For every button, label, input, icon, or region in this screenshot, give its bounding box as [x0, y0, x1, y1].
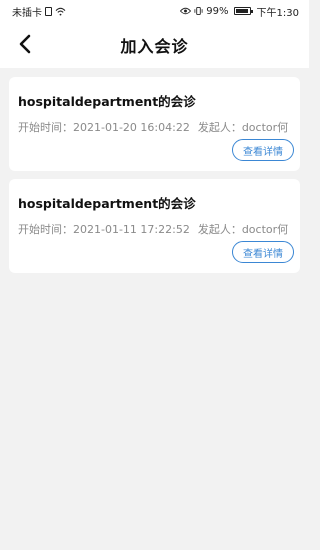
start-time: 开始时间：2021-01-11 17:22:52 [18, 223, 190, 236]
sim-card-icon [45, 6, 52, 16]
consultation-title: hospitaldepartment的会诊 [18, 94, 196, 109]
back-button[interactable] [14, 33, 36, 55]
vibrate-icon [194, 6, 203, 16]
wifi-icon [55, 7, 66, 16]
status-left: 未插卡 [12, 4, 66, 19]
carrier-label: 未插卡 [12, 7, 42, 19]
eye-comfort-icon [180, 7, 192, 15]
top-bar: 未插卡 99% 下午1:30 加入会诊 [0, 0, 309, 68]
view-details-button[interactable]: 查看详情 [232, 139, 294, 161]
nav-bar: 加入会诊 [0, 22, 309, 68]
consultation-meta: 开始时间：2021-01-11 17:22:52 发起人：doctor何 [18, 221, 292, 237]
consultation-card: hospitaldepartment的会诊 开始时间：2021-01-20 16… [9, 77, 300, 171]
clock: 下午1:30 [256, 7, 299, 19]
initiator: 发起人：doctor何 [197, 121, 289, 134]
status-bar: 未插卡 99% 下午1:30 [0, 0, 309, 22]
start-time: 开始时间：2021-01-20 16:04:22 [18, 121, 190, 134]
battery-percent: 99% [206, 5, 229, 17]
view-details-button[interactable]: 查看详情 [232, 241, 294, 263]
page-title: 加入会诊 [120, 37, 189, 56]
consultation-meta: 开始时间：2021-01-20 16:04:22 发起人：doctor何 [18, 119, 292, 135]
chevron-left-icon [19, 34, 31, 54]
consultation-list: hospitaldepartment的会诊 开始时间：2021-01-20 16… [0, 68, 309, 273]
consultation-card: hospitaldepartment的会诊 开始时间：2021-01-11 17… [9, 179, 300, 273]
status-right: 99% 下午1:30 [180, 4, 299, 19]
battery-icon [233, 7, 253, 15]
initiator: 发起人：doctor何 [197, 223, 289, 236]
battery-fill [235, 9, 249, 13]
consultation-title: hospitaldepartment的会诊 [18, 196, 196, 211]
